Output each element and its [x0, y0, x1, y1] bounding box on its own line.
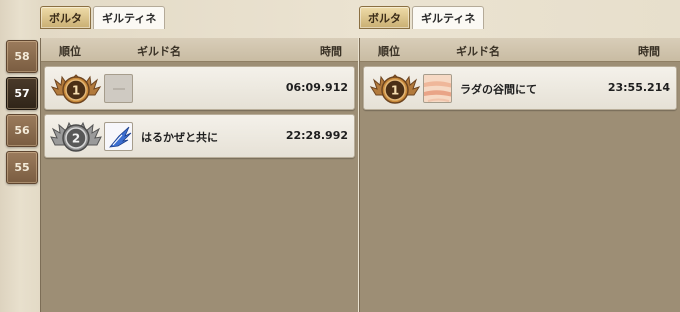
- medal-rank-number: 1: [72, 84, 80, 98]
- week-button-58[interactable]: 58: [6, 40, 38, 73]
- table-row[interactable]: 2 はるかぜと共に 22:28.992: [44, 114, 355, 158]
- boss-tabs: ボルタ ギルティネ: [359, 6, 486, 30]
- blank-emblem-icon: [104, 74, 133, 103]
- table-header: 順位 ギルド名 時間: [360, 38, 680, 62]
- tab-volta[interactable]: ボルタ: [359, 6, 410, 29]
- tab-giltine[interactable]: ギルティネ: [412, 6, 485, 29]
- boss-tabs: ボルタ ギルティネ: [40, 6, 167, 30]
- clear-time: 06:09.912: [285, 81, 348, 94]
- ranking-panel-left: ボルタ ギルティネ 順位 ギルド名 時間 1 06:09.912 2 はるかぜと…: [40, 0, 358, 312]
- week-button-56[interactable]: 56: [6, 114, 38, 147]
- blue-wing-emblem-icon: [104, 122, 133, 151]
- table-row[interactable]: 1 06:09.912: [44, 66, 355, 110]
- tab-volta[interactable]: ボルタ: [40, 6, 91, 29]
- table-row[interactable]: 1 ラダの谷間にて 23:55.214: [363, 66, 677, 110]
- clear-time: 22:28.992: [285, 129, 348, 142]
- peach-stripe-emblem-icon: [423, 74, 452, 103]
- column-header-guild: ギルド名: [137, 45, 181, 58]
- week-button-55[interactable]: 55: [6, 151, 38, 184]
- column-header-time: 時間: [320, 45, 342, 58]
- ranking-table: 順位 ギルド名 時間 1 06:09.912 2 はるかぜと共に 22:28.9…: [40, 38, 358, 312]
- column-header-rank: 順位: [59, 45, 81, 58]
- guild-name: ラダの谷間にて: [460, 83, 537, 96]
- week-button-57[interactable]: 57: [6, 77, 38, 110]
- gold-rank-medal-icon: 1: [369, 74, 421, 104]
- table-header: 順位 ギルド名 時間: [41, 38, 358, 62]
- ranking-table: 順位 ギルド名 時間 1 ラダの谷間にて 23:55.214: [359, 38, 680, 312]
- silver-rank-medal-icon: 2: [50, 121, 102, 152]
- column-header-rank: 順位: [378, 45, 400, 58]
- gold-rank-medal-icon: 1: [50, 74, 102, 104]
- column-header-time: 時間: [638, 45, 660, 58]
- medal-rank-number: 1: [391, 84, 399, 98]
- ranking-panel-right: ボルタ ギルティネ 順位 ギルド名 時間 1 ラダの谷間にて 23:55.214: [359, 0, 680, 312]
- column-header-guild: ギルド名: [456, 45, 500, 58]
- week-selector: 58 57 56 55: [6, 40, 38, 188]
- guild-name: はるかぜと共に: [141, 131, 218, 144]
- clear-time: 23:55.214: [607, 81, 670, 94]
- medal-rank-number: 2: [72, 132, 80, 146]
- tab-giltine[interactable]: ギルティネ: [93, 6, 166, 29]
